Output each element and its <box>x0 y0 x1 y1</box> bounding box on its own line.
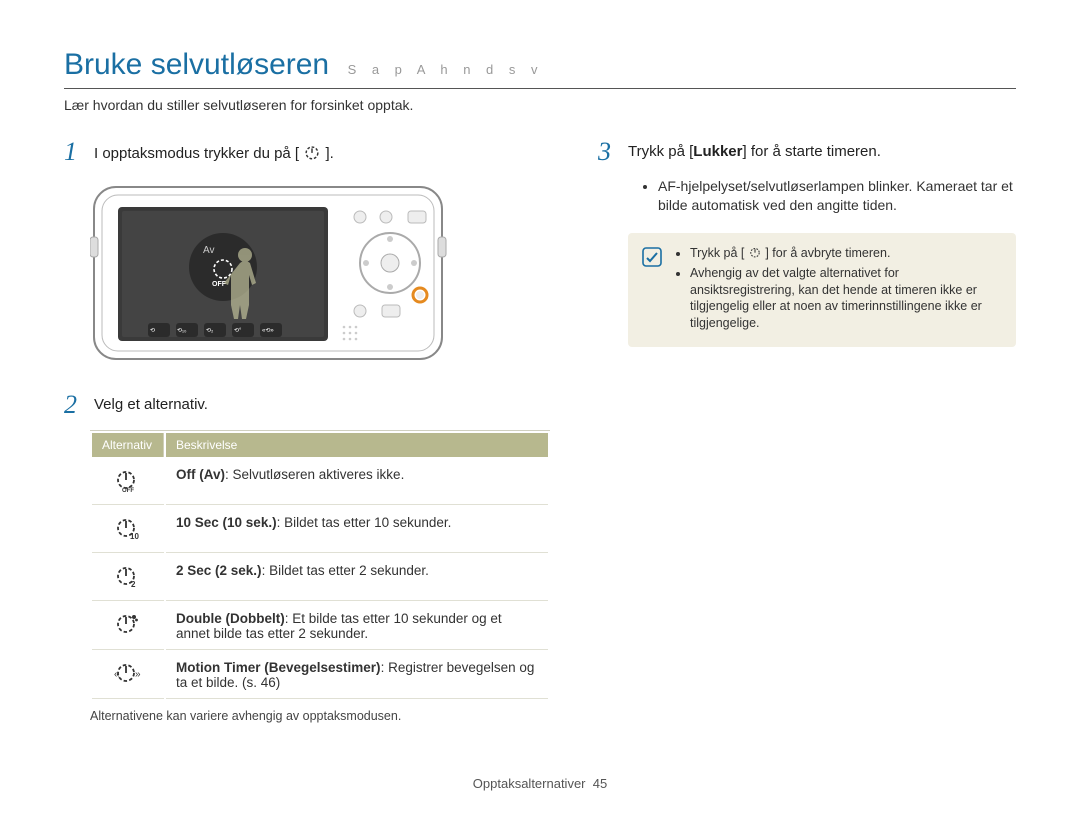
page-title: Bruke selvutløseren <box>64 48 329 81</box>
option-name: Double (Dobbelt) <box>176 611 285 626</box>
note-item: Trykk på [ ] for å avbryte timeren. <box>690 245 1002 262</box>
option-desc: : Bildet tas etter 10 sekunder. <box>277 515 452 530</box>
option-desc-cell: Off (Av): Selvutløseren aktiveres ikke. <box>166 459 548 505</box>
svg-text:2: 2 <box>131 580 136 589</box>
step-text: Trykk på [Lukker] for å starte timeren. <box>628 139 881 160</box>
option-name: 10 Sec (10 sek.) <box>176 515 277 530</box>
svg-text:10: 10 <box>130 532 139 541</box>
footer-page-number: 45 <box>593 776 607 791</box>
step-text: I opptaksmodus trykker du på [ ]. <box>94 139 334 162</box>
timer-icon <box>303 143 321 161</box>
table-head-col1: Alternativ <box>92 433 164 457</box>
timer-off-icon: OFF <box>114 467 142 493</box>
option-name: Motion Timer (Bevegelsestimer) <box>176 660 381 675</box>
footer-section: Opptaksalternativer <box>473 776 586 791</box>
intro-text: Lær hvordan du stiller selvutløseren for… <box>64 97 1016 113</box>
right-column: 3 Trykk på [Lukker] for å starte timeren… <box>598 139 1016 723</box>
step-3-bullets: AF-hjelpelyset/selvutløserlampen blinker… <box>642 177 1016 215</box>
step-3-bullet: AF-hjelpelyset/selvutløserlampen blinker… <box>658 177 1016 215</box>
table-row: 10 10 Sec (10 sek.): Bildet tas etter 10 … <box>92 507 548 553</box>
step-1: 1 I opptaksmodus trykker du på [ ]. <box>64 139 550 165</box>
title-row: Bruke selvutløseren S a p A h n d s v <box>64 48 1016 89</box>
step-text: Velg et alternativ. <box>94 392 208 413</box>
note-item: Avhengig av det valgte alternativet for … <box>690 265 1002 333</box>
svg-text:«⟲»: «⟲» <box>262 328 274 334</box>
step-3-after: ] for å starte timeren. <box>743 143 881 160</box>
option-icon-cell: «» <box>92 652 164 699</box>
step-number: 3 <box>598 139 616 165</box>
option-icon-cell: 10 <box>92 507 164 553</box>
option-name: Off (Av) <box>176 467 225 482</box>
option-icon-cell: 2 <box>92 555 164 601</box>
option-desc-cell: 2 Sec (2 sek.): Bildet tas etter 2 sekun… <box>166 555 548 601</box>
option-name: 2 Sec (2 sek.) <box>176 563 262 578</box>
svg-text:OFF: OFF <box>212 281 227 288</box>
step-2: 2 Velg et alternativ. <box>64 392 550 418</box>
options-table: Alternativ Beskrivelse OFF Off (Av): Selv… <box>90 430 550 701</box>
step-3-bold: Lukker <box>693 143 742 160</box>
svg-text:⟲₁₀: ⟲₁₀ <box>177 328 187 334</box>
svg-text:«: « <box>114 669 120 680</box>
page-footer: Opptaksalternativer 45 <box>0 776 1080 791</box>
svg-text:»: » <box>135 669 141 680</box>
svg-text:⟲₂: ⟲₂ <box>206 328 214 334</box>
timer-10-icon: 10 <box>114 515 142 541</box>
option-icon-cell: OFF <box>92 459 164 505</box>
svg-text:OFF: OFF <box>122 488 134 493</box>
svg-text:⟲°: ⟲° <box>234 328 242 334</box>
step-3-before: Trykk på [ <box>628 143 693 160</box>
option-desc-cell: Double (Dobbelt): Et bilde tas etter 10 … <box>166 603 548 650</box>
timer-icon <box>748 245 762 259</box>
note-box: Trykk på [ ] for å avbryte timeren. Avhen… <box>628 233 1016 347</box>
note-icon <box>642 247 662 267</box>
screen-label: Av <box>203 245 215 256</box>
camera-illustration: Av OFF <box>90 177 550 372</box>
option-desc: : Selvutløseren aktiveres ikke. <box>225 467 404 482</box>
table-footnote: Alternativene kan variere avhengig av op… <box>90 709 550 723</box>
timer-double-icon <box>114 611 142 637</box>
step-1-before: I opptaksmodus trykker du på [ <box>94 145 299 162</box>
left-column: 1 I opptaksmodus trykker du på [ ]. <box>64 139 550 723</box>
table-row: Double (Dobbelt): Et bilde tas etter 10 … <box>92 603 548 650</box>
option-icon-cell <box>92 603 164 650</box>
table-row: «»Motion Timer (Bevegelsestimer): Regist… <box>92 652 548 699</box>
option-desc-cell: Motion Timer (Bevegelsestimer): Registre… <box>166 652 548 699</box>
timer-motion-icon: «» <box>114 660 142 686</box>
step-1-after: ]. <box>325 145 333 162</box>
timer-2-icon: 2 <box>114 563 142 589</box>
page-subtitle: S a p A h n d s v <box>348 62 544 77</box>
table-row: OFF Off (Av): Selvutløseren aktiveres ikk… <box>92 459 548 505</box>
step-3: 3 Trykk på [Lukker] for å starte timeren… <box>598 139 1016 165</box>
step-number: 1 <box>64 139 82 165</box>
table-head-col2: Beskrivelse <box>166 433 548 457</box>
step-number: 2 <box>64 392 82 418</box>
option-desc-cell: 10 Sec (10 sek.): Bildet tas etter 10 se… <box>166 507 548 553</box>
table-row: 2 2 Sec (2 sek.): Bildet tas etter 2 seku… <box>92 555 548 601</box>
svg-text:⟲: ⟲ <box>150 328 155 334</box>
note-list: Trykk på [ ] for å avbryte timeren. Avhen… <box>674 245 1002 335</box>
option-desc: : Bildet tas etter 2 sekunder. <box>262 563 429 578</box>
